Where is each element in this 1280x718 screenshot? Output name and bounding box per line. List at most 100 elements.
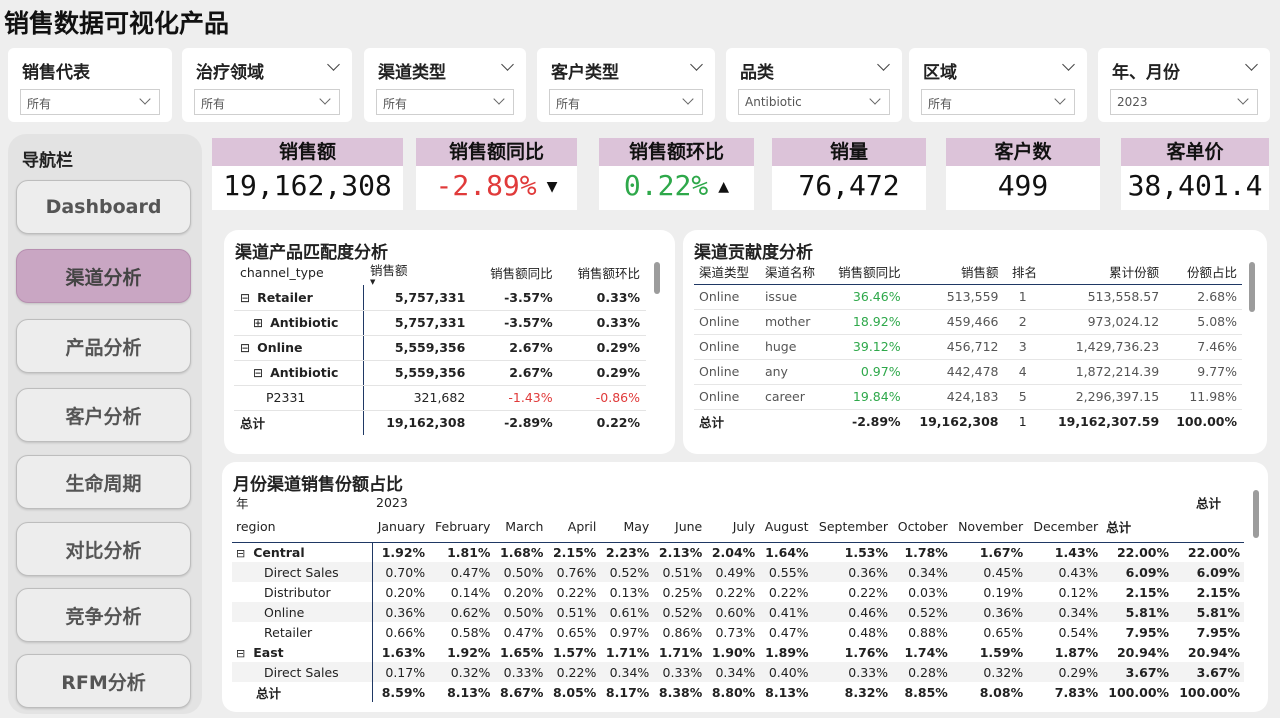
year-header[interactable]: 2023 (372, 492, 429, 512)
chevron-down-icon[interactable] (682, 93, 694, 105)
month-header[interactable]: October (892, 512, 952, 543)
slicer-dropdown[interactable]: 所有 (194, 89, 340, 115)
cell: 1.43% (1054, 544, 1099, 560)
nav-button-7[interactable]: RFM分析 (16, 654, 191, 708)
nav-button-1[interactable]: 渠道分析 (16, 249, 191, 303)
month-header[interactable]: February (429, 512, 495, 543)
table-row: Online huge 39.12% 456,712 3 1,429,736.23 7.46… (694, 334, 1242, 360)
collapse-icon[interactable]: ⊟ (240, 341, 250, 355)
column-header[interactable]: 销售额 (905, 260, 1004, 285)
slicer-value: 所有 (556, 97, 581, 111)
month-header[interactable]: September (812, 512, 893, 543)
kpi-label: 销售额 (212, 138, 403, 166)
column-header[interactable]: 销售额环比 (559, 260, 646, 285)
slicer-dropdown[interactable]: 所有 (20, 89, 160, 115)
chevron-down-icon[interactable] (690, 58, 703, 71)
slicer-dropdown[interactable]: 所有 (549, 89, 703, 115)
slicer-1[interactable]: 治疗领域 所有 (182, 48, 352, 122)
slicer-2[interactable]: 渠道类型 所有 (364, 48, 526, 122)
slicer-4[interactable]: 品类 Antibiotic (726, 48, 902, 122)
slicer-3[interactable]: 客户类型 所有 (537, 48, 715, 122)
cell: 0.86% (662, 624, 703, 640)
nav-button-4[interactable]: 生命周期 (16, 455, 191, 509)
column-header[interactable]: 渠道类型 (694, 260, 760, 285)
collapse-icon[interactable]: ⊟ (236, 647, 245, 660)
slicer-dropdown[interactable]: Antibiotic (738, 89, 890, 115)
month-header[interactable]: December (1027, 512, 1103, 543)
chevron-down-icon[interactable] (319, 93, 331, 105)
kpi-value: 19,162,308 (212, 166, 403, 206)
cell: 424,183 (905, 384, 1004, 410)
column-header[interactable]: 销售额同比 (825, 260, 906, 285)
month-header[interactable]: June (653, 512, 707, 543)
column-header[interactable]: channel_type (234, 260, 364, 285)
month-header[interactable]: March (494, 512, 548, 543)
slicer-6[interactable]: 年、月份 2023 (1098, 48, 1270, 122)
month-header[interactable]: July (706, 512, 760, 543)
nav-button-3[interactable]: 客户分析 (16, 388, 191, 442)
cell: 6.09% (1173, 562, 1244, 582)
chevron-down-icon[interactable] (501, 58, 514, 71)
month-header[interactable]: May (600, 512, 654, 543)
cell: 0.20% (503, 584, 544, 600)
chevron-down-icon[interactable] (869, 93, 881, 105)
month-header[interactable]: January (372, 512, 430, 543)
month-header[interactable]: April (547, 512, 601, 543)
slicer-value: 所有 (383, 97, 408, 111)
cell: 973,024.12 (1041, 309, 1165, 335)
cell: any (759, 359, 826, 385)
nav-button-0[interactable]: Dashboard (16, 180, 191, 234)
chevron-down-icon[interactable] (1237, 93, 1249, 105)
column-header[interactable]: 份额占比 (1164, 260, 1242, 285)
scrollbar[interactable] (1249, 262, 1255, 312)
row-label: ⊟ East (232, 642, 373, 662)
chevron-down-icon[interactable] (1054, 93, 1066, 105)
row-label: ⊟ Online (234, 335, 365, 361)
chevron-down-icon[interactable] (493, 93, 505, 105)
column-header[interactable]: 累计份额 (1041, 260, 1165, 285)
chevron-down-icon[interactable] (1062, 58, 1075, 71)
chevron-down-icon[interactable] (877, 58, 890, 71)
cell: 11.98% (1164, 384, 1242, 410)
row-label: ⊟ Antibiotic (234, 360, 365, 386)
nav-button-5[interactable]: 对比分析 (16, 522, 191, 576)
expand-icon[interactable]: ⊞ (253, 316, 263, 330)
chevron-down-icon[interactable] (1245, 58, 1258, 71)
chevron-down-icon[interactable] (327, 58, 340, 71)
cell: 0.36% (372, 602, 430, 622)
collapse-icon[interactable]: ⊟ (236, 547, 245, 560)
slicer-dropdown[interactable]: 2023 (1110, 89, 1258, 115)
kpi-value: 0.22% ▲ (599, 166, 754, 207)
column-header[interactable]: 销售额 ▼ (364, 260, 471, 286)
cell: 1.76% (844, 644, 889, 660)
slicer-dropdown[interactable]: 所有 (376, 89, 514, 115)
collapse-icon[interactable]: ⊟ (240, 291, 250, 305)
column-header[interactable]: 排名 (1003, 260, 1042, 285)
cell: 1.71% (605, 644, 650, 660)
cell: 0.41% (759, 602, 813, 622)
nav-button-6[interactable]: 竞争分析 (16, 588, 191, 642)
region-header[interactable]: region (232, 512, 372, 543)
cell: 8.38% (658, 684, 703, 700)
cell: 7.95% (1125, 624, 1170, 640)
cell: 1.89% (765, 644, 809, 660)
cell: 0.33% (558, 285, 646, 311)
column-header[interactable]: 销售额同比 (471, 260, 558, 285)
cell: 0.66% (385, 624, 426, 640)
scrollbar[interactable] (1253, 490, 1259, 538)
month-header[interactable]: November (951, 512, 1028, 543)
slicer-5[interactable]: 区域 所有 (909, 48, 1087, 122)
collapse-icon[interactable]: ⊟ (253, 366, 263, 380)
chevron-down-icon[interactable] (139, 93, 151, 105)
cell: 1,429,736.23 (1041, 334, 1165, 360)
scrollbar[interactable] (654, 262, 660, 294)
month-header[interactable]: August (759, 512, 813, 543)
cell: 0.45% (951, 562, 1028, 582)
nav-button-2[interactable]: 产品分析 (16, 319, 191, 373)
cell: 1.67% (979, 544, 1024, 560)
slicer-dropdown[interactable]: 所有 (921, 89, 1075, 115)
slicer-0[interactable]: 销售代表 所有 (8, 48, 172, 122)
cell: 5,757,331 (363, 285, 472, 311)
nav-button-label: 对比分析 (65, 539, 142, 562)
column-header[interactable]: 渠道名称 (759, 260, 826, 285)
